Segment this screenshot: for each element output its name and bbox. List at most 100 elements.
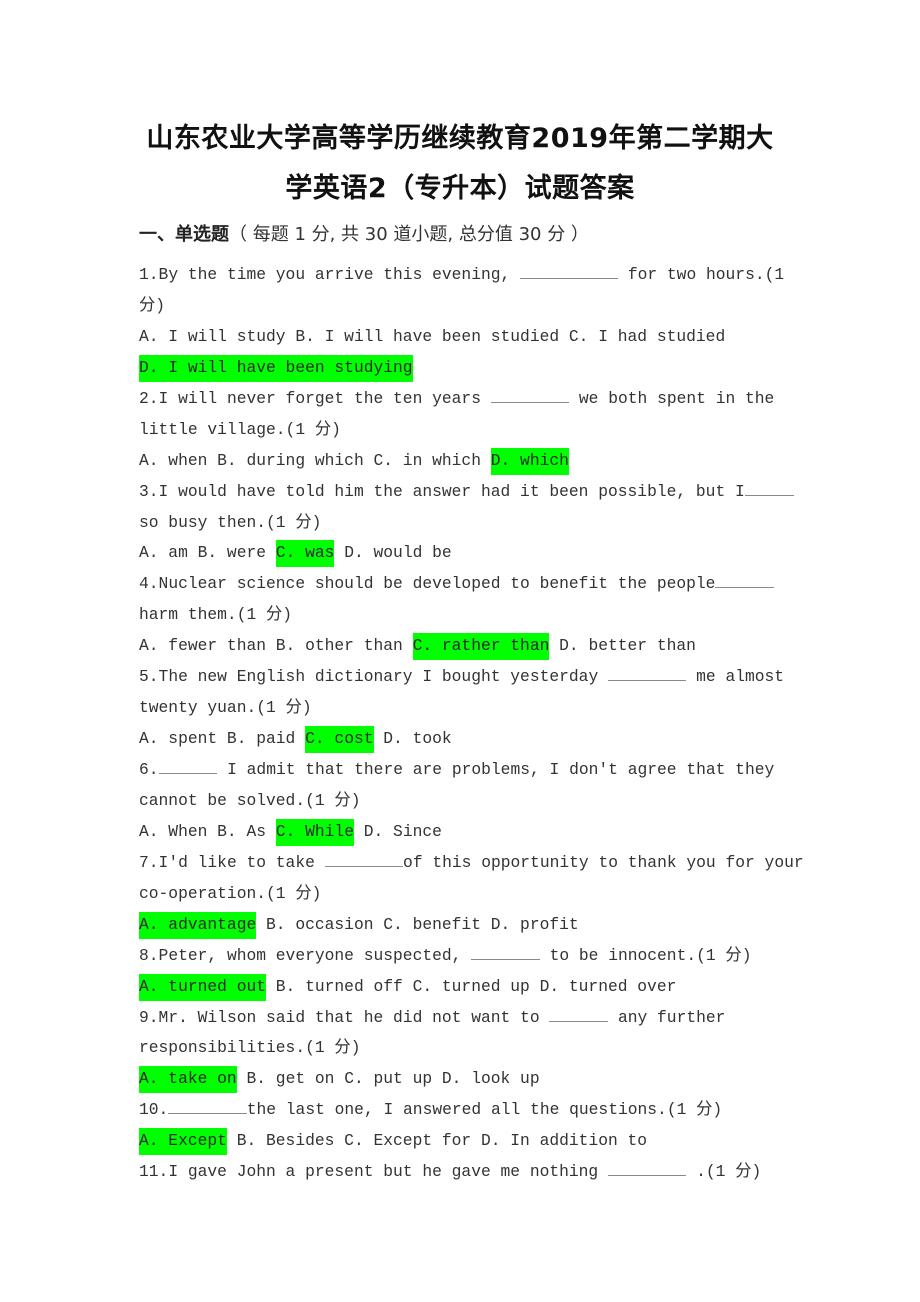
question-text: I admit that there are problems, I don't… (217, 760, 775, 779)
answer-blank (607, 1161, 687, 1177)
question-stem-line: 分) (139, 291, 779, 322)
question-text: The new English dictionary I bought yest… (158, 667, 608, 687)
question-stem-line: co-operation.(1 分) (139, 879, 779, 910)
question-item: 11.I gave John a present but he gave me … (139, 1157, 779, 1188)
question-text: 分) (139, 295, 166, 315)
question-stem-line: responsibilities.(1 分) (139, 1033, 779, 1064)
correct-answer-highlight: A. take on (139, 1066, 237, 1094)
question-text: we both spent in the (569, 388, 775, 408)
question-stem-line: 1.By the time you arrive this evening, f… (139, 260, 784, 291)
question-item: 6. I admit that there are problems, I do… (139, 755, 779, 848)
correct-answer-highlight: A. turned out (139, 973, 267, 1001)
question-text: little village.(1 分) (139, 419, 341, 439)
document-title-line-1: 山东农业大学高等学历继续教育2019年第二学期大 (146, 123, 774, 154)
options-line: A. When B. As C. While D. Since (139, 817, 779, 848)
question-text: Peter, whom everyone suspected, (158, 945, 472, 965)
option-text: B. occasion C. benefit D. profit (256, 914, 579, 934)
question-number: 6. (139, 760, 159, 779)
option-text: A. fewer than B. other than (139, 636, 413, 656)
correct-answer-highlight: D. which (490, 447, 569, 475)
question-text: I'd like to take (158, 852, 325, 872)
question-text: responsibilities.(1 分) (139, 1038, 361, 1058)
question-stem-line: 2.I will never forget the ten years we b… (139, 384, 779, 415)
options-line: A. Except B. Besides C. Except for D. In… (139, 1126, 779, 1157)
section-scoring-note: （ 每题 1 分, 共 30 道小题, 总分值 30 分 ） (229, 224, 589, 245)
question-number: 5. (139, 667, 159, 687)
question-number: 7. (139, 852, 159, 872)
options-line: A. spent B. paid C. cost D. took (139, 724, 779, 755)
question-item: 4.Nuclear science should be developed to… (139, 569, 779, 662)
option-text: D. would be (334, 543, 452, 563)
option-text: A. spent B. paid (139, 729, 306, 749)
option-text: B. get on C. put up D. look up (236, 1069, 540, 1089)
question-text: twenty yuan.(1 分) (139, 698, 312, 718)
answer-blank (549, 1007, 609, 1022)
answer-blank (490, 388, 570, 403)
question-number: 9. (139, 1007, 159, 1027)
correct-answer-highlight: C. rather than (412, 633, 550, 661)
option-text: A. When B. As (139, 821, 276, 841)
question-list: 1.By the time you arrive this evening, f… (139, 260, 804, 1188)
question-item: 9.Mr. Wilson said that he did not want t… (139, 1003, 779, 1096)
question-text: the last one, I answered all the questio… (246, 1100, 723, 1120)
options-line: D. I will have been studying (139, 353, 779, 384)
question-stem-line: cannot be solved.(1 分) (139, 786, 779, 817)
question-stem-line: harm them.(1 分) (139, 600, 779, 631)
question-stem-line: 6. I admit that there are problems, I do… (139, 755, 779, 786)
question-text: so busy then.(1 分) (139, 512, 322, 532)
correct-answer-highlight: D. I will have been studying (139, 354, 413, 382)
correct-answer-highlight: C. While (275, 818, 354, 846)
correct-answer-highlight: C. was (275, 540, 335, 568)
answer-blank (520, 264, 619, 279)
question-stem-line: 4.Nuclear science should be developed to… (139, 569, 779, 600)
section-title: 一、单选题 (139, 224, 229, 245)
options-line: A. fewer than B. other than C. rather th… (139, 631, 779, 662)
options-line: A. turned out B. turned off C. turned up… (139, 972, 779, 1003)
question-text: co-operation.(1 分) (139, 883, 322, 903)
question-item: 7.I'd like to take of this opportunity t… (139, 848, 804, 941)
question-text: to be innocent.(1 分) (539, 945, 752, 965)
question-item: 3.I would have told him the answer had i… (139, 477, 794, 570)
question-item: 5.The new English dictionary I bought ye… (139, 662, 784, 755)
option-text: B. Besides C. Except for D. In addition … (226, 1131, 648, 1151)
question-text: for two hours.(1 (618, 265, 785, 284)
correct-answer-highlight: A. advantage (139, 911, 257, 939)
options-line: A. advantage B. occasion C. benefit D. p… (139, 910, 779, 941)
question-stem-line: 3.I would have told him the answer had i… (139, 477, 794, 508)
question-stem-line: 11.I gave John a present but he gave me … (139, 1157, 779, 1188)
question-text: me almost (686, 667, 785, 687)
section-heading: 一、单选题（ 每题 1 分, 共 30 道小题, 总分值 30 分 ） (139, 220, 589, 246)
answer-blank (471, 945, 540, 960)
document-title-line-2: 学英语2（专升本）试题答案 (285, 173, 635, 204)
question-number: 2. (139, 388, 159, 408)
correct-answer-highlight: C. cost (305, 726, 374, 754)
answer-blank (744, 481, 794, 496)
option-text: A. I will study B. I will have been stud… (139, 326, 726, 346)
question-number: 4. (139, 574, 159, 594)
option-text: D. better than (549, 636, 696, 656)
question-text: Nuclear science should be developed to b… (158, 574, 716, 594)
question-number: 10. (139, 1100, 169, 1120)
question-text: harm them.(1 分) (139, 605, 293, 625)
question-stem-line: little village.(1 分) (139, 415, 779, 446)
question-text: .(1 分) (686, 1162, 762, 1182)
question-number: 11. (139, 1162, 169, 1182)
option-text: D. took (373, 729, 452, 749)
question-stem-line: 8.Peter, whom everyone suspected, to be … (139, 941, 779, 972)
option-text: B. turned off C. turned up D. turned ove… (266, 976, 677, 996)
answer-blank (168, 1099, 247, 1115)
answer-blank (607, 666, 687, 682)
question-stem-line: 10. the last one, I answered all the ques… (139, 1095, 779, 1126)
answer-blank (158, 759, 218, 774)
options-line: A. when B. during which C. in which D. w… (139, 446, 779, 477)
question-text: any further (608, 1007, 726, 1027)
question-item: 2.I will never forget the ten years we b… (139, 384, 779, 477)
question-text: By the time you arrive this evening, (158, 265, 521, 284)
question-stem-line: 9.Mr. Wilson said that he did not want t… (139, 1003, 779, 1034)
document-page: 山东农业大学高等学历继续教育2019年第二学期大 学英语2（专升本）试题答案 一… (0, 0, 920, 1302)
question-text: cannot be solved.(1 分) (139, 790, 361, 810)
question-text: Mr. Wilson said that he did not want to (158, 1007, 550, 1027)
correct-answer-highlight: A. Except (139, 1128, 227, 1156)
question-item: 8.Peter, whom everyone suspected, to be … (139, 941, 779, 1003)
question-number: 8. (139, 945, 159, 965)
